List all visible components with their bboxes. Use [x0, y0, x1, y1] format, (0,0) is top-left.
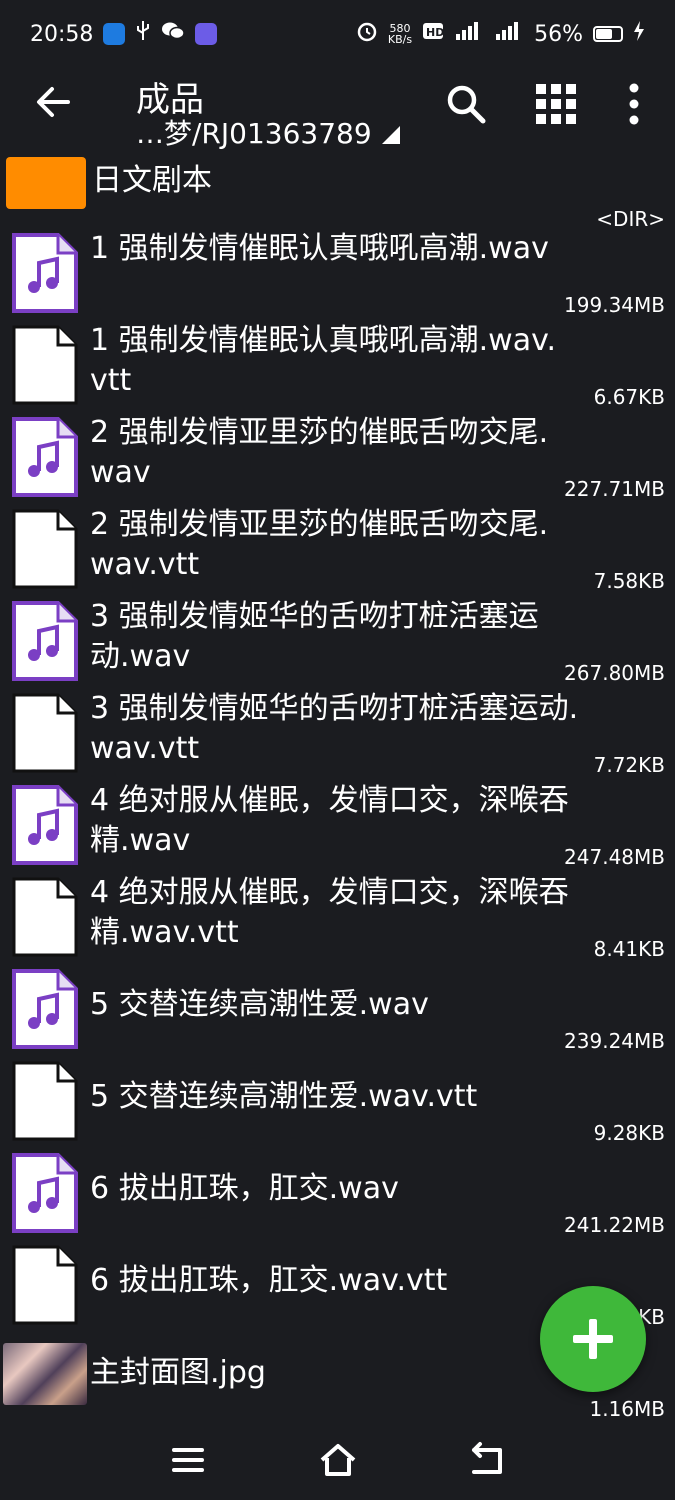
status-right: 580 KB/s HD 56%: [356, 20, 645, 48]
file-size: 1.16MB: [589, 1397, 665, 1421]
dropdown-triangle-icon: [381, 126, 400, 144]
list-item[interactable]: 5 交替连续高潮性爱.wav 239.24MB: [0, 963, 675, 1055]
charging-icon: [633, 21, 645, 47]
path-text: …梦/RJ01363789: [136, 117, 372, 150]
document-file-icon: [12, 509, 78, 589]
signal-icon: [494, 20, 524, 48]
document-file-icon: [12, 1245, 78, 1325]
list-item[interactable]: 1 强制发情催眠认真哦吼高潮.wav 199.34MB: [0, 227, 675, 319]
file-name: 5 交替连续高潮性爱.wav.vtt: [90, 1079, 478, 1114]
file-size: 8.41KB: [593, 937, 665, 961]
grid-view-icon[interactable]: [534, 82, 578, 126]
back-arrow-icon[interactable]: [34, 82, 74, 122]
file-name: 3 强制发情姬华的舌吻打桩活塞运动.wav.vtt: [90, 691, 579, 766]
battery-percent: 56%: [534, 21, 583, 47]
file-size: 9.28KB: [593, 1121, 665, 1145]
list-item-folder[interactable]: 日文剧本 <DIR>: [0, 155, 675, 231]
audio-file-icon: [12, 785, 78, 865]
list-item[interactable]: 2 强制发情亚里莎的催眠舌吻交尾.wav.vtt 7.58KB: [0, 503, 675, 595]
network-speed: 580 KB/s: [388, 23, 412, 45]
app-bar: 成品 …梦/RJ01363789: [0, 68, 675, 154]
file-size: 199.34MB: [564, 293, 665, 317]
list-item[interactable]: 2 强制发情亚里莎的催眠舌吻交尾.wav 227.71MB: [0, 411, 675, 503]
file-name: 日文剧本: [92, 163, 212, 198]
svg-text:HD: HD: [426, 26, 444, 39]
file-size: 227.71MB: [564, 477, 665, 501]
document-file-icon: [12, 1061, 78, 1141]
file-name: 5 交替连续高潮性爱.wav: [90, 987, 429, 1022]
add-icon-vertical: [589, 1319, 597, 1359]
document-file-icon: [12, 325, 78, 405]
battery-icon: [593, 26, 623, 42]
file-name: 6 拔出肛珠，肛交.wav.vtt: [90, 1263, 448, 1298]
home-icon[interactable]: [318, 1440, 358, 1480]
audio-file-icon: [12, 417, 78, 497]
status-bar: 20:58 580 KB/s HD 56%: [0, 0, 675, 68]
file-name: 1 强制发情催眠认真哦吼高潮.wav: [90, 231, 549, 266]
network-speed-unit: KB/s: [387, 33, 413, 46]
file-name: 1 强制发情催眠认真哦吼高潮.wav.vtt: [90, 323, 557, 398]
file-name: 4 绝对服从催眠，发情口交，深喉吞精.wav: [90, 783, 569, 858]
menu-icon[interactable]: [168, 1440, 208, 1480]
list-item[interactable]: 4 绝对服从催眠，发情口交，深喉吞精.wav.vtt 8.41KB: [0, 871, 675, 963]
file-size: 241.22MB: [564, 1213, 665, 1237]
file-name: 2 强制发情亚里莎的催眠舌吻交尾.wav.vtt: [90, 507, 549, 582]
search-icon[interactable]: [444, 82, 488, 126]
file-size: 7.72KB: [593, 753, 665, 777]
status-left: 20:58: [30, 20, 218, 48]
image-thumbnail: [3, 1343, 87, 1405]
status-time: 20:58: [30, 21, 94, 47]
file-name: 4 绝对服从催眠，发情口交，深喉吞精.wav.vtt: [90, 875, 569, 950]
folder-icon: [6, 157, 86, 209]
add-button[interactable]: [540, 1286, 646, 1392]
file-size: 7.58KB: [593, 569, 665, 593]
wechat-icon: [161, 21, 186, 47]
list-item[interactable]: 5 交替连续高潮性爱.wav.vtt 9.28KB: [0, 1055, 675, 1147]
audio-file-icon: [12, 233, 78, 313]
alarm-icon: [356, 20, 378, 48]
file-size: 267.80MB: [564, 661, 665, 685]
audio-file-icon: [12, 1153, 78, 1233]
file-size: 239.24MB: [564, 1029, 665, 1053]
file-name: 主封面图.jpg: [90, 1355, 266, 1390]
list-item[interactable]: 3 强制发情姬华的舌吻打桩活塞运动.wav.vtt 7.72KB: [0, 687, 675, 779]
file-size: 247.48MB: [564, 845, 665, 869]
path-dropdown[interactable]: …梦/RJ01363789: [136, 112, 400, 152]
list-item[interactable]: 3 强制发情姬华的舌吻打桩活塞运动.wav 267.80MB: [0, 595, 675, 687]
navigation-bar: [0, 1422, 675, 1500]
more-vert-icon[interactable]: [612, 82, 656, 126]
document-file-icon: [12, 693, 78, 773]
file-size: 6.67KB: [593, 385, 665, 409]
audio-file-icon: [12, 601, 78, 681]
5g-signal-icon: [454, 20, 484, 48]
file-name: 3 强制发情姬华的舌吻打桩活塞运动.wav: [90, 599, 539, 674]
audio-file-icon: [12, 969, 78, 1049]
file-name: 6 拔出肛珠，肛交.wav: [90, 1171, 399, 1206]
back-icon[interactable]: [468, 1440, 508, 1480]
usb-icon: [135, 20, 151, 48]
hd-icon: HD: [422, 21, 444, 47]
file-name: 2 强制发情亚里莎的催眠舌吻交尾.wav: [90, 415, 549, 490]
list-item[interactable]: 6 拔出肛珠，肛交.wav 241.22MB: [0, 1147, 675, 1239]
app-badge-icon: [103, 23, 126, 45]
file-list: 日文剧本 <DIR> 1 强制发情催眠认真哦吼高潮.wav 199.34MB 1…: [0, 155, 675, 1423]
list-item[interactable]: 4 绝对服从催眠，发情口交，深喉吞精.wav 247.48MB: [0, 779, 675, 871]
list-item[interactable]: 1 强制发情催眠认真哦吼高潮.wav.vtt 6.67KB: [0, 319, 675, 411]
document-file-icon: [12, 877, 78, 957]
app-icon: [195, 23, 218, 45]
